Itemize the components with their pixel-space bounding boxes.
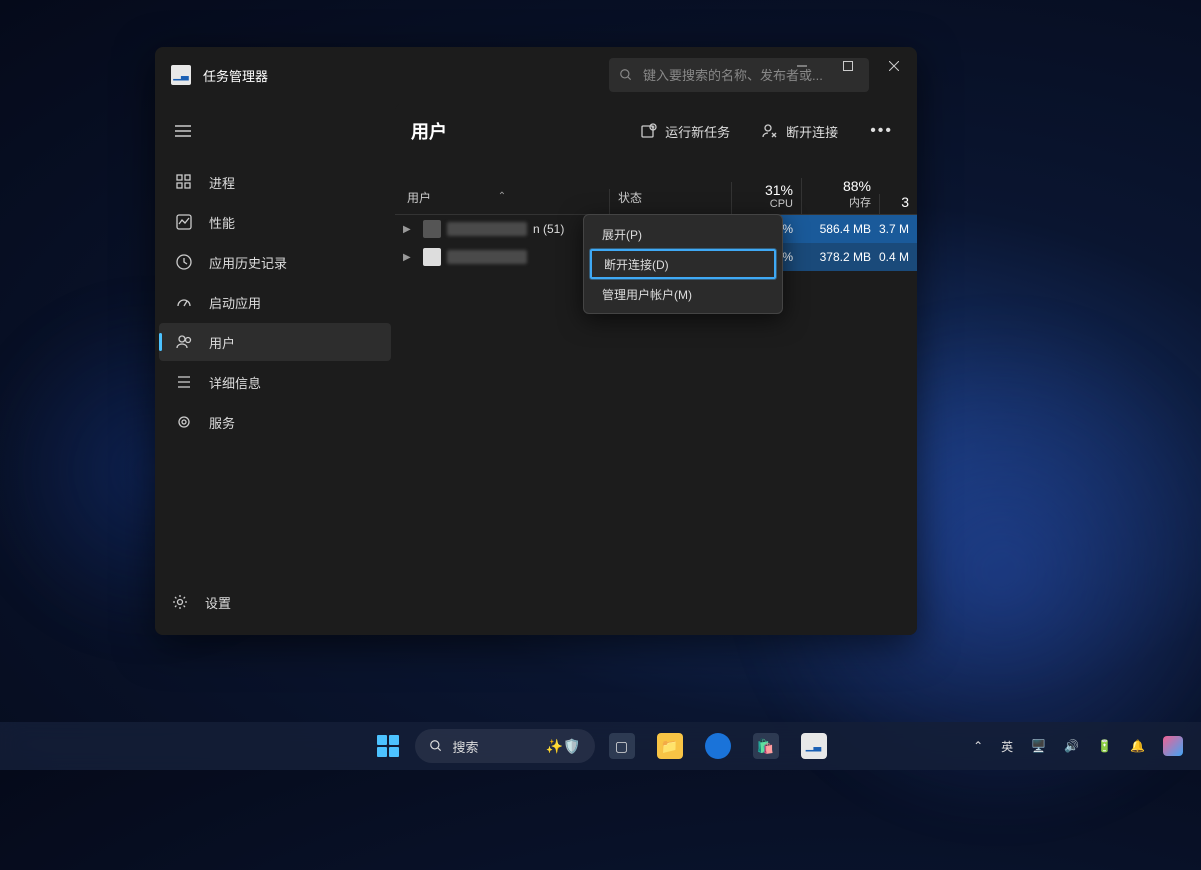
username-redacted [447,222,527,236]
windows-icon [377,735,399,757]
ctx-disconnect[interactable]: 断开连接(D) [590,249,776,279]
grid-icon [175,174,193,190]
run-new-task-button[interactable]: 运行新任务 [633,116,738,147]
more-options-button[interactable]: ••• [862,116,901,146]
users-icon [175,334,193,350]
context-menu: 展开(P) 断开连接(D) 管理用户帐户(M) [583,214,783,314]
edge-button[interactable] [697,726,739,766]
chart-icon [175,214,193,230]
ctx-manage-account[interactable]: 管理用户帐户(M) [584,279,782,309]
tray-chevron-up-icon[interactable]: ⌃ [969,735,987,757]
ctx-expand[interactable]: 展开(P) [584,219,782,249]
sidebar-item-details[interactable]: 详细信息 [159,363,391,401]
search-decoration-icon: ✨🛡️ [546,738,581,755]
close-button[interactable] [871,47,917,85]
task-manager-window: ▁▃ 任务管理器 进程 性能 [155,47,917,635]
settings-icon [171,594,189,610]
chevron-right-icon[interactable]: ▶ [403,224,417,235]
table-header: ⌃ 用户 状态 31% CPU 88% 内存 3 [395,159,917,215]
edge-icon [705,733,731,759]
task-manager-icon: ▁▃ [801,733,827,759]
taskbar-search[interactable]: 搜索 ✨🛡️ [415,729,595,763]
hamburger-button[interactable] [155,111,395,151]
page-title: 用户 [411,118,617,144]
disconnect-button[interactable]: 断开连接 [754,116,846,147]
taskbar: 搜索 ✨🛡️ ▢ 📁 🛍️ ▁▃ ⌃ 英 🖥️ 🔊 🔋 🔔 [0,722,1201,770]
maximize-button[interactable] [825,47,871,85]
sidebar-item-label: 用户 [209,333,235,352]
battery-icon[interactable]: 🔋 [1093,735,1116,757]
task-view-button[interactable]: ▢ [601,726,643,766]
tray-monitor-icon[interactable]: 🖥️ [1027,735,1050,757]
sidebar-item-performance[interactable]: 性能 [159,203,391,241]
column-user[interactable]: ⌃ 用户 [395,189,609,214]
disconnect-icon [762,123,778,139]
sidebar-item-processes[interactable]: 进程 [159,163,391,201]
mem-cell: 586.4 MB [801,215,879,243]
sidebar-item-services[interactable]: 服务 [159,403,391,441]
folder-icon: 📁 [657,733,683,759]
sidebar-item-settings[interactable]: 设置 [155,583,395,621]
app-icon: ▁▃ [171,65,191,85]
settings-label: 设置 [205,593,231,612]
column-cpu[interactable]: 31% CPU [731,182,801,214]
sidebar-item-startup[interactable]: 启动应用 [159,283,391,321]
language-indicator[interactable]: 英 [997,734,1017,759]
extra-cell: 3.7 M [879,215,917,243]
speed-icon [175,294,193,310]
search-icon [429,739,443,753]
column-memory[interactable]: 88% 内存 [801,178,879,214]
history-icon [175,254,193,270]
copilot-icon [1163,736,1183,756]
extra-cell: 0.4 M [879,243,917,271]
sidebar: 进程 性能 应用历史记录 启动应用 用户 [155,103,395,635]
sidebar-item-users[interactable]: 用户 [159,323,391,361]
content-area: 用户 运行新任务 断开连接 ••• ⌃ 用户 状态 31% [395,103,917,635]
list-icon [175,374,193,390]
avatar [423,248,441,266]
search-icon [619,68,633,82]
sidebar-item-label: 详细信息 [209,373,261,392]
sidebar-item-label: 性能 [209,213,235,232]
start-button[interactable] [367,726,409,766]
sidebar-item-app-history[interactable]: 应用历史记录 [159,243,391,281]
column-extra[interactable]: 3 [879,194,917,214]
notification-icon[interactable]: 🔔 [1126,735,1149,757]
task-view-icon: ▢ [609,733,635,759]
sidebar-item-label: 启动应用 [209,293,261,312]
app-title: 任务管理器 [203,66,268,85]
volume-icon[interactable]: 🔊 [1060,735,1083,757]
column-status[interactable]: 状态 [609,189,731,214]
copilot-button[interactable] [1159,732,1187,760]
titlebar: ▁▃ 任务管理器 [155,47,917,103]
mem-cell: 378.2 MB [801,243,879,271]
store-button[interactable]: 🛍️ [745,726,787,766]
username-redacted [447,250,527,264]
hamburger-icon [175,125,191,137]
gear-icon [175,414,193,430]
store-icon: 🛍️ [753,733,779,759]
sort-caret-icon: ⌃ [498,191,506,202]
sidebar-item-label: 应用历史记录 [209,253,287,272]
sidebar-item-label: 服务 [209,413,235,432]
explorer-button[interactable]: 📁 [649,726,691,766]
chevron-right-icon[interactable]: ▶ [403,252,417,263]
task-manager-taskbar[interactable]: ▁▃ [793,726,835,766]
run-task-icon [641,123,657,139]
sidebar-item-label: 进程 [209,173,235,192]
avatar [423,220,441,238]
minimize-button[interactable] [779,47,825,85]
